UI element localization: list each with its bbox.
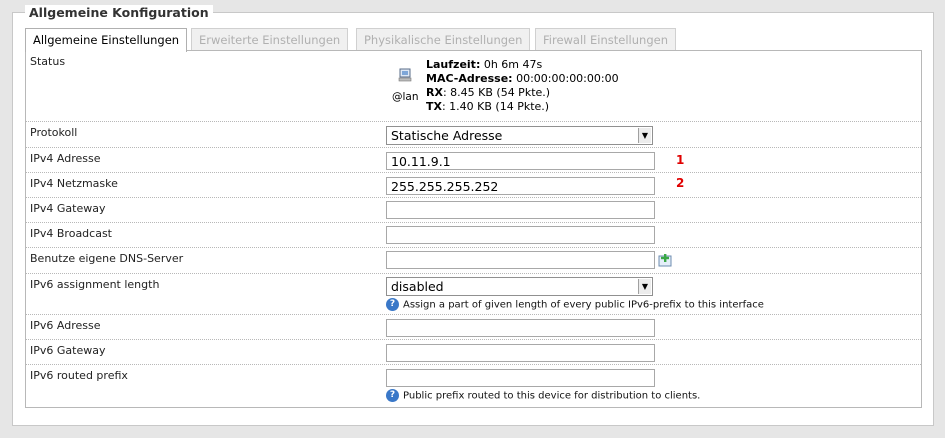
ipv6-assignment-label: IPv6 assignment length bbox=[30, 278, 160, 291]
tx-value: : 1.40 KB (14 Pkte.) bbox=[441, 100, 550, 113]
ipv4-gateway-row: IPv4 Gateway bbox=[26, 198, 921, 223]
section-title: Allgemeine Konfiguration bbox=[25, 5, 213, 20]
help-icon: ? bbox=[386, 298, 399, 311]
mac-label: MAC-Adresse: bbox=[426, 72, 513, 85]
chevron-down-icon[interactable]: ▼ bbox=[638, 279, 651, 294]
tx-label: TX bbox=[426, 100, 442, 113]
annotation-number-1: 1 bbox=[676, 153, 685, 167]
ipv4-netmask-input[interactable]: 255.255.255.252 bbox=[386, 177, 655, 195]
ipv6-address-input[interactable] bbox=[386, 319, 655, 337]
rx-label: RX bbox=[426, 86, 443, 99]
ipv6-assignment-help: ? Assign a part of given length of every … bbox=[386, 298, 764, 311]
ipv4-broadcast-input[interactable] bbox=[386, 226, 655, 244]
dns-input[interactable] bbox=[386, 251, 655, 269]
ipv6-address-row: IPv6 Adresse bbox=[26, 315, 921, 340]
ipv4-address-label: IPv4 Adresse bbox=[30, 152, 101, 165]
ipv4-broadcast-row: IPv4 Broadcast bbox=[26, 223, 921, 248]
ipv6-prefix-input[interactable] bbox=[386, 369, 655, 387]
mac-value: 00:00:00:00:00:00 bbox=[516, 72, 619, 85]
ipv6-prefix-row: IPv6 routed prefix ? Public prefix routed… bbox=[26, 365, 921, 407]
ipv6-address-label: IPv6 Adresse bbox=[30, 319, 101, 332]
add-dns-icon[interactable] bbox=[658, 254, 672, 267]
ipv6-prefix-label: IPv6 routed prefix bbox=[30, 369, 128, 382]
protocol-row: Protokoll Statische Adresse ▼ bbox=[26, 122, 921, 148]
ipv6-assignment-selected-value: disabled bbox=[391, 279, 444, 294]
dns-label: Benutze eigene DNS-Server bbox=[30, 252, 184, 265]
protocol-label: Protokoll bbox=[30, 126, 78, 139]
ipv4-gateway-input[interactable] bbox=[386, 201, 655, 219]
ipv4-netmask-row: IPv4 Netzmaske 255.255.255.252 2 bbox=[26, 173, 921, 198]
settings-panel: Status @lan Laufzeit: 0h 6m 47s MAC-Adre… bbox=[25, 50, 922, 408]
tab-advanced-settings[interactable]: Erweiterte Einstellungen bbox=[191, 28, 349, 51]
uptime-value: 0h 6m 47s bbox=[483, 58, 543, 71]
protocol-select[interactable]: Statische Adresse ▼ bbox=[386, 126, 653, 145]
ipv6-gateway-input[interactable] bbox=[386, 344, 655, 362]
ipv4-gateway-label: IPv4 Gateway bbox=[30, 202, 106, 215]
tab-general-settings[interactable]: Allgemeine Einstellungen bbox=[25, 28, 188, 52]
network-interface-icon bbox=[398, 68, 412, 82]
help-icon: ? bbox=[386, 389, 399, 402]
ipv6-assignment-help-text: Assign a part of given length of every p… bbox=[403, 299, 764, 311]
tab-firewall-settings[interactable]: Firewall Einstellungen bbox=[535, 28, 676, 51]
chevron-down-icon[interactable]: ▼ bbox=[638, 128, 651, 143]
annotation-number-2: 2 bbox=[676, 176, 685, 190]
rx-value: : 8.45 KB (54 Pkte.) bbox=[442, 86, 551, 99]
ipv6-assignment-row: IPv6 assignment length disabled ▼ ? Assig… bbox=[26, 274, 921, 315]
ipv4-broadcast-label: IPv4 Broadcast bbox=[30, 227, 112, 240]
ipv4-address-row: IPv4 Adresse 10.11.9.1 1 bbox=[26, 148, 921, 173]
ipv4-address-input[interactable]: 10.11.9.1 bbox=[386, 152, 655, 170]
ipv6-gateway-row: IPv6 Gateway bbox=[26, 340, 921, 365]
ipv6-prefix-help-text: Public prefix routed to this device for … bbox=[403, 390, 701, 402]
status-interface-name: @lan bbox=[392, 91, 419, 103]
dns-row: Benutze eigene DNS-Server bbox=[26, 248, 921, 274]
uptime-label: Laufzeit: bbox=[426, 58, 481, 71]
ipv4-netmask-label: IPv4 Netzmaske bbox=[30, 177, 118, 190]
tab-physical-settings[interactable]: Physikalische Einstellungen bbox=[356, 28, 531, 51]
protocol-selected-value: Statische Adresse bbox=[391, 128, 503, 143]
status-details: Laufzeit: 0h 6m 47s MAC-Adresse: 00:00:0… bbox=[426, 58, 619, 114]
ipv6-prefix-help: ? Public prefix routed to this device for… bbox=[386, 389, 700, 402]
ipv6-gateway-label: IPv6 Gateway bbox=[30, 344, 106, 357]
ipv6-assignment-select[interactable]: disabled ▼ bbox=[386, 277, 653, 296]
status-label: Status bbox=[30, 55, 66, 68]
status-row: Status @lan Laufzeit: 0h 6m 47s MAC-Adre… bbox=[26, 51, 921, 122]
